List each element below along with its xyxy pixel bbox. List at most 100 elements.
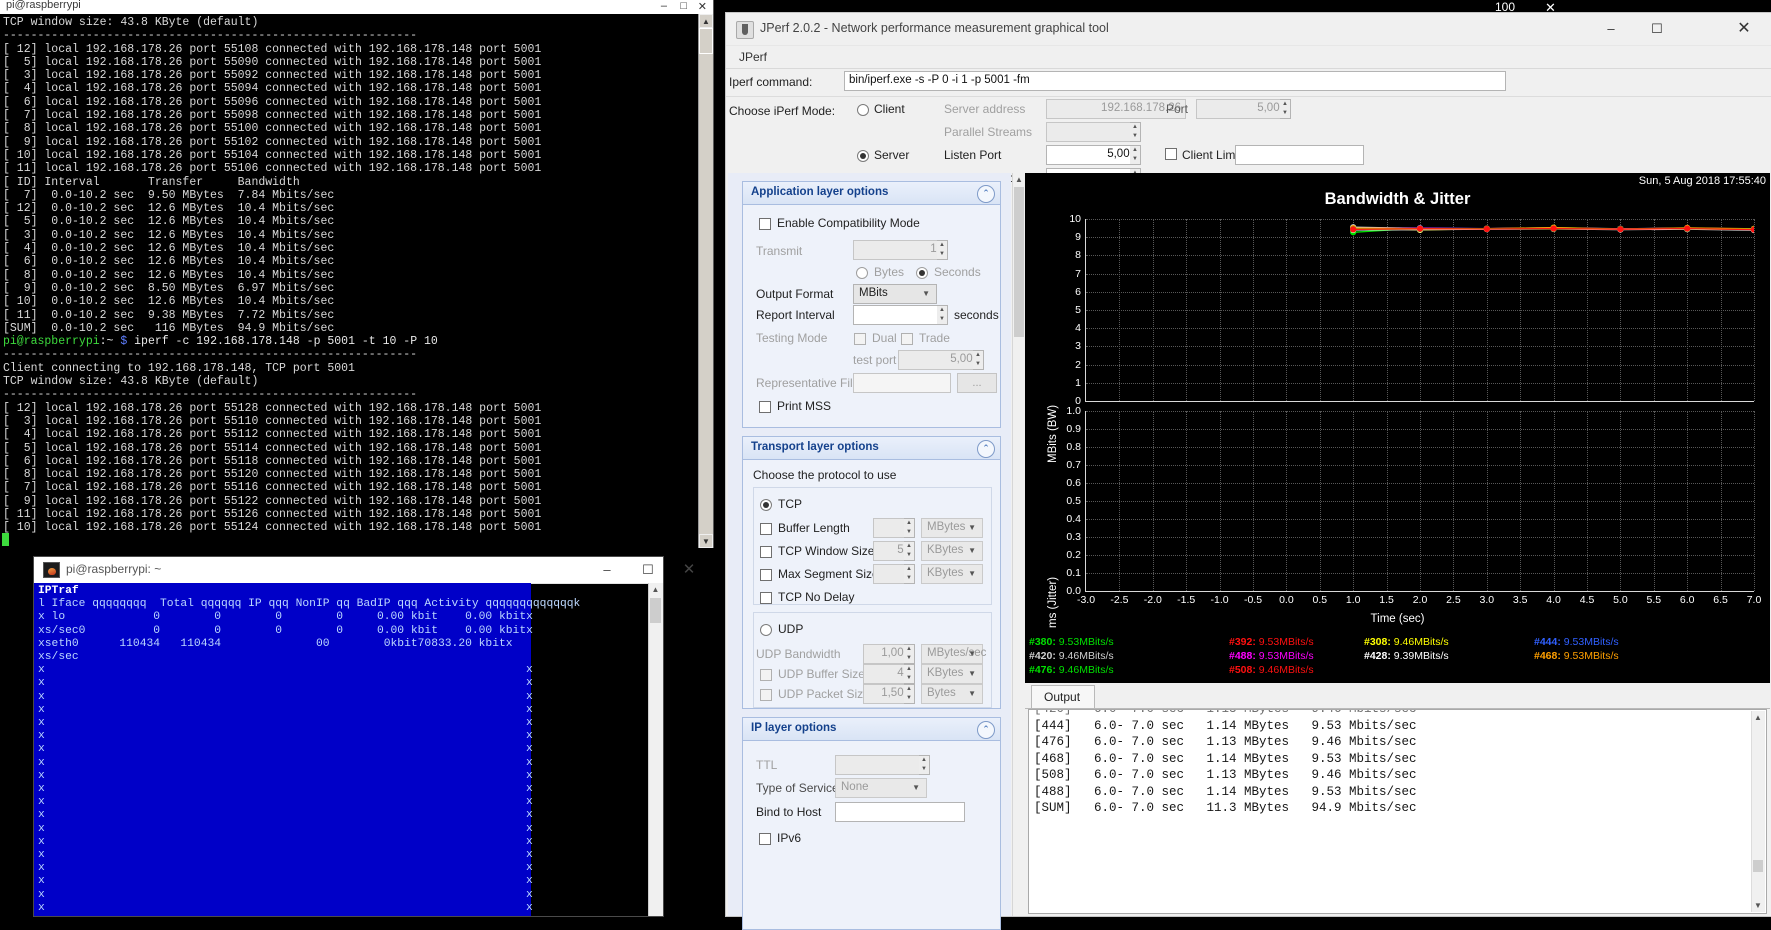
checkbox-udp-packet-size[interactable] — [760, 689, 772, 701]
collapse-icon[interactable]: ⌃ — [977, 185, 995, 203]
transmit-spinner[interactable]: ▲ ▼ — [937, 240, 948, 260]
max-segment-size-spinner[interactable]: ▲ ▼ — [904, 564, 915, 584]
putty-titlebar[interactable]: pi@raspberrypi – □ ✕ — [0, 0, 713, 14]
jperf-maximize-button[interactable]: ☐ — [1634, 13, 1680, 44]
collapse-icon[interactable]: ⌃ — [977, 721, 995, 739]
ip-layer-header[interactable]: IP layer options ⌃ — [743, 718, 1000, 741]
checkbox-enable-compatibility[interactable] — [759, 218, 771, 230]
output-tabbar[interactable]: Output — [1025, 683, 1770, 709]
collapse-icon[interactable]: ⌃ — [977, 440, 995, 458]
putty-scroll-down-icon[interactable]: ▼ — [699, 534, 713, 548]
port-field[interactable]: 5,001 — [1196, 99, 1291, 119]
jperf-close-button[interactable]: ✕ — [1716, 13, 1771, 44]
options-scrollbar[interactable]: ▲ — [1012, 173, 1026, 916]
server-address-field[interactable]: 192.168.178.26 — [1046, 99, 1186, 119]
terminal-line: [ 7] local 192.168.178.26 port 55098 con… — [3, 109, 542, 123]
test-port-field[interactable]: 5,001 — [898, 350, 984, 370]
jperf-titlebar[interactable]: JPerf 2.0.2 - Network performance measur… — [726, 13, 1771, 46]
jperf-menubar[interactable]: JPerf — [726, 46, 1771, 69]
client-limit-field[interactable] — [1235, 145, 1364, 165]
buffer-length-unit-select[interactable]: MBytes ▼ — [921, 518, 983, 538]
radio-server[interactable] — [857, 150, 869, 162]
putty-minimize-button[interactable]: – — [661, 0, 667, 12]
iptraf-scroll-up-icon[interactable]: ▲ — [649, 583, 662, 597]
application-layer-header[interactable]: Application layer options ⌃ — [743, 182, 1000, 205]
buffer-length-spinner[interactable]: ▲ ▼ — [904, 518, 915, 538]
udp-buffer-size-spinner[interactable]: ▲ ▼ — [904, 664, 915, 684]
type-of-service-select[interactable]: None ▼ — [835, 778, 927, 798]
browse-button[interactable]: ... — [957, 373, 997, 393]
udp-packet-size-spinner[interactable]: ▲ ▼ — [904, 684, 915, 704]
tab-output[interactable]: Output — [1031, 685, 1096, 708]
parallel-streams-field[interactable]: 5 — [1046, 122, 1141, 142]
radio-client[interactable] — [857, 104, 869, 116]
radio-seconds[interactable] — [916, 267, 928, 279]
iptraf-line: xx — [38, 822, 533, 835]
menu-item-jperf[interactable]: JPerf — [734, 49, 772, 65]
iperf-command-input[interactable]: bin/iperf.exe -s -P 0 -i 1 -p 5001 -fm — [844, 71, 1506, 91]
tcp-window-unit-select[interactable]: KBytes ▼ — [921, 541, 983, 561]
ttl-field[interactable]: 1 — [835, 755, 930, 775]
tcp-window-size-spinner[interactable]: ▲ ▼ — [904, 541, 915, 561]
ttl-spinner[interactable]: ▲ ▼ — [919, 755, 930, 775]
listen-port-field[interactable]: 5,001 — [1046, 145, 1141, 165]
putty-scroll-up-icon[interactable]: ▲ — [699, 14, 713, 28]
test-port-spinner[interactable]: ▲ ▼ — [973, 350, 984, 370]
transmit-field[interactable]: 10 — [853, 240, 948, 260]
parallel-streams-spinner[interactable]: ▲ ▼ — [1130, 122, 1141, 142]
iptraf-terminal-window[interactable]: pi@raspberrypi: ~ – ☐ ✕ IPTraf l Iface qq… — [33, 556, 695, 917]
report-interval-spinner[interactable]: ▲ ▼ — [937, 305, 948, 325]
putty-scrollbar[interactable]: ▲ ▼ — [698, 14, 713, 548]
radio-bytes[interactable] — [856, 267, 868, 279]
jperf-minimize-button[interactable]: – — [1588, 13, 1634, 44]
checkbox-client-limit[interactable] — [1165, 148, 1177, 160]
checkbox-max-segment-size[interactable] — [760, 569, 772, 581]
udp-buffer-unit-select[interactable]: KBytes ▼ — [921, 664, 983, 684]
radio-udp[interactable] — [760, 624, 772, 636]
terminal-line: ----------------------------------------… — [3, 29, 418, 43]
port-spinner[interactable]: ▲ ▼ — [1280, 99, 1291, 119]
udp-bandwidth-spinner[interactable]: ▲ ▼ — [904, 644, 915, 664]
checkbox-buffer-length[interactable] — [760, 523, 772, 535]
udp-bandwidth-unit-select[interactable]: MBytes/sec ▼ — [921, 644, 986, 664]
putty-close-button[interactable]: ✕ — [698, 0, 707, 13]
output-scrollbar[interactable]: ▲ ▼ — [1751, 711, 1765, 912]
iptraf-scroll-thumb[interactable] — [650, 598, 661, 623]
checkbox-dual[interactable] — [854, 333, 866, 345]
jperf-window[interactable]: JPerf 2.0.2 - Network performance measur… — [725, 12, 1771, 930]
udp-packet-unit-select[interactable]: Bytes ▼ — [921, 684, 983, 704]
checkbox-tcp-no-delay[interactable] — [760, 592, 772, 604]
putty-terminal-window[interactable]: pi@raspberrypi – □ ✕ TCP window size: 43… — [0, 0, 714, 548]
representative-file-field[interactable] — [853, 373, 951, 393]
checkbox-trade[interactable] — [901, 333, 913, 345]
putty-scroll-thumb[interactable] — [699, 28, 713, 54]
bind-to-host-field[interactable] — [835, 802, 965, 822]
options-scroll-up-icon[interactable]: ▲ — [1013, 173, 1025, 186]
checkbox-print-mss[interactable] — [759, 401, 771, 413]
listen-port-spinner[interactable]: ▲ ▼ — [1130, 145, 1141, 165]
iptraf-maximize-button[interactable]: ☐ — [631, 560, 665, 580]
output-scroll-up-icon[interactable]: ▲ — [1752, 711, 1764, 724]
label-server: Server — [874, 148, 910, 162]
iptraf-close-button[interactable]: ✕ — [672, 560, 706, 580]
max-segment-unit-select[interactable]: KBytes ▼ — [921, 564, 983, 584]
udp-packet-unit: Bytes — [927, 687, 956, 699]
checkbox-udp-buffer-size[interactable] — [760, 669, 772, 681]
radio-tcp[interactable] — [760, 499, 772, 511]
iptraf-minimize-button[interactable]: – — [590, 560, 624, 580]
output-text-area[interactable]: [420] 6.0- 7.0 sec 1.13 MBytes 9.46 Mbit… — [1028, 709, 1767, 914]
output-scroll-down-icon[interactable]: ▼ — [1752, 899, 1764, 912]
iptraf-scrollbar[interactable]: ▲ — [648, 583, 663, 916]
checkbox-ipv6[interactable] — [759, 833, 771, 845]
checkbox-tcp-window-size[interactable] — [760, 546, 772, 558]
transport-layer-header[interactable]: Transport layer options ⌃ — [743, 437, 1000, 460]
iptraf-titlebar[interactable]: pi@raspberrypi: ~ – ☐ ✕ — [34, 557, 695, 584]
output-scroll-thumb[interactable] — [1753, 860, 1763, 872]
chart-data-point — [1550, 225, 1557, 232]
output-format-select[interactable]: MBits ▼ — [853, 284, 937, 304]
report-interval-field[interactable]: 1 — [853, 305, 948, 325]
putty-maximize-button[interactable]: □ — [680, 0, 687, 12]
label-report-interval-unit: seconds — [954, 308, 999, 322]
options-scroll-thumb[interactable] — [1014, 187, 1024, 337]
chart-gridline — [1319, 411, 1321, 591]
